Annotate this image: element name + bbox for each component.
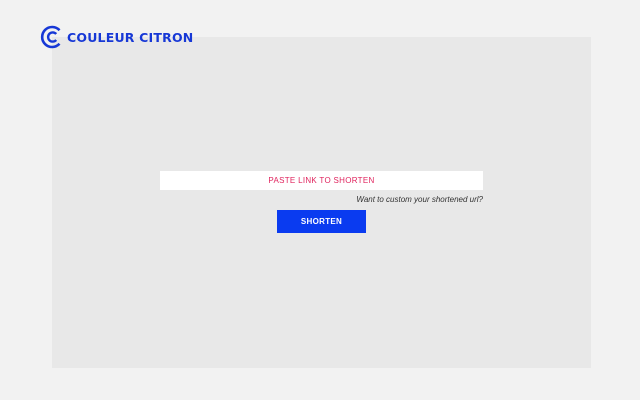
page: COULEUR CITRON Want to custom your short…	[0, 0, 640, 400]
brand-name: COULEUR CITRON	[67, 29, 194, 45]
custom-url-link[interactable]: Want to custom your shortened url?	[356, 195, 483, 204]
shorten-button[interactable]: SHORTEN	[277, 210, 366, 233]
brand-logo[interactable]: COULEUR CITRON	[40, 25, 193, 49]
url-input[interactable]	[160, 171, 483, 190]
double-c-logo-icon	[40, 25, 61, 49]
main-panel	[52, 37, 591, 368]
